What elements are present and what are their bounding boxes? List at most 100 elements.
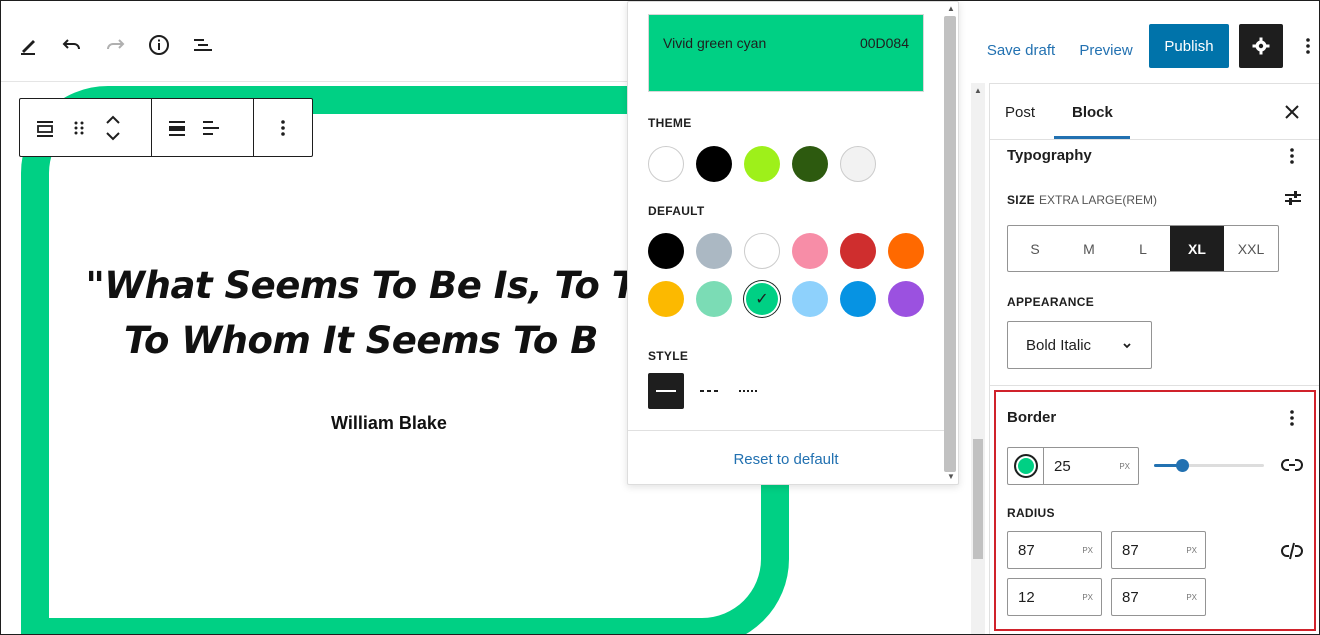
more-options-icon[interactable] xyxy=(266,108,300,148)
move-up-down-icon[interactable] xyxy=(96,108,130,148)
border-options-icon[interactable] xyxy=(1282,404,1302,432)
size-option[interactable]: M xyxy=(1062,226,1116,271)
block-type-icon[interactable] xyxy=(28,108,62,148)
toolbar-divider xyxy=(1,81,629,82)
align-icon[interactable] xyxy=(160,108,194,148)
default-color-swatch[interactable] xyxy=(792,233,828,269)
scroll-down-icon[interactable]: ▼ xyxy=(947,472,955,481)
quote-text-line-1[interactable]: "What Seems To Be Is, To T xyxy=(51,264,671,307)
appearance-label: APPEARANCE xyxy=(1007,295,1095,309)
popover-scrollbar[interactable] xyxy=(944,16,956,472)
theme-color-swatch[interactable] xyxy=(648,146,684,182)
radius-top-left-input[interactable]: 87 PX xyxy=(1007,531,1102,569)
radius-bottom-right-value: 87 xyxy=(1122,588,1139,606)
radius-unit: PX xyxy=(1082,592,1093,602)
default-color-swatch[interactable] xyxy=(792,281,828,317)
size-option[interactable]: L xyxy=(1116,226,1170,271)
radius-bottom-left-value: 12 xyxy=(1018,588,1035,606)
chevron-down-icon xyxy=(1123,343,1131,349)
default-color-swatch[interactable]: ✓ xyxy=(744,281,780,317)
undo-icon[interactable] xyxy=(57,31,85,59)
default-color-swatch[interactable] xyxy=(696,281,732,317)
radius-unit: PX xyxy=(1082,545,1093,555)
settings-gear-icon[interactable] xyxy=(1239,24,1283,68)
info-icon[interactable] xyxy=(145,31,173,59)
default-color-swatch[interactable] xyxy=(648,233,684,269)
slider-thumb[interactable] xyxy=(1175,459,1189,472)
theme-color-swatch[interactable] xyxy=(744,146,780,182)
border-width-control[interactable]: 25 PX xyxy=(1007,447,1139,485)
radius-top-right-input[interactable]: 87 PX xyxy=(1111,531,1206,569)
custom-size-icon[interactable] xyxy=(1283,188,1303,213)
border-width-slider[interactable] xyxy=(1154,459,1264,472)
solid-style-button[interactable] xyxy=(648,373,684,409)
selected-color-name: Vivid green cyan xyxy=(663,35,767,51)
border-width-value: 25 xyxy=(1054,457,1071,475)
default-color-swatch[interactable] xyxy=(840,281,876,317)
radius-label: RADIUS xyxy=(1007,506,1055,520)
editor-window: "What Seems To Be Is, To T To Whom It Se… xyxy=(0,0,1320,635)
list-view-icon[interactable] xyxy=(189,31,217,59)
theme-label: THEME xyxy=(648,116,692,130)
typography-title: Typography xyxy=(1007,147,1092,164)
border-title: Border xyxy=(1007,409,1057,426)
selected-color-hex: 00D084 xyxy=(859,35,909,51)
theme-color-swatch[interactable] xyxy=(696,146,732,182)
border-color-button[interactable] xyxy=(1008,448,1044,484)
appearance-select[interactable]: Bold Italic xyxy=(1007,321,1152,369)
radius-unit: PX xyxy=(1186,592,1197,602)
radius-top-right-value: 87 xyxy=(1122,541,1139,559)
drag-handle-icon[interactable] xyxy=(62,108,96,148)
size-value: EXTRA LARGE(REM) xyxy=(1039,193,1158,207)
theme-color-swatch[interactable] xyxy=(840,146,876,182)
selected-color-preview: Vivid green cyan 00D084 xyxy=(648,14,924,92)
publish-button[interactable]: Publish xyxy=(1149,24,1229,68)
default-color-swatch[interactable] xyxy=(744,233,780,269)
default-color-swatch[interactable] xyxy=(888,233,924,269)
default-color-swatch[interactable] xyxy=(840,233,876,269)
scroll-up-icon[interactable]: ▲ xyxy=(947,4,955,13)
radius-unit: PX xyxy=(1186,545,1197,555)
appearance-value: Bold Italic xyxy=(1026,336,1092,354)
size-option[interactable]: S xyxy=(1008,226,1062,271)
tab-post[interactable]: Post xyxy=(1005,104,1035,121)
default-color-swatch[interactable] xyxy=(888,281,924,317)
popover-divider xyxy=(628,430,944,431)
block-toolbar-group-1 xyxy=(20,99,152,156)
sidebar-top-divider xyxy=(989,83,1319,84)
save-draft-button[interactable]: Save draft xyxy=(979,31,1063,69)
link-sides-icon[interactable] xyxy=(1281,456,1303,479)
tab-block[interactable]: Block xyxy=(1072,104,1113,121)
redo-icon[interactable] xyxy=(102,31,130,59)
theme-color-swatch[interactable] xyxy=(792,146,828,182)
border-color-swatch xyxy=(1013,454,1038,478)
radius-bottom-left-input[interactable]: 12 PX xyxy=(1007,578,1102,616)
size-option[interactable]: XXL xyxy=(1224,226,1278,271)
size-label: SIZE xyxy=(1007,193,1035,207)
radius-bottom-right-input[interactable]: 87 PX xyxy=(1111,578,1206,616)
reset-to-default-button[interactable]: Reset to default xyxy=(628,451,944,468)
dotted-style-button[interactable] xyxy=(730,373,766,409)
page-scrollbar-thumb[interactable] xyxy=(973,439,983,559)
font-size-picker: S M L XL XXL xyxy=(1007,225,1279,272)
pencil-icon[interactable] xyxy=(15,31,43,59)
page-scroll-up-icon[interactable]: ▲ xyxy=(974,86,982,95)
default-color-swatch[interactable] xyxy=(696,233,732,269)
radius-top-left-value: 87 xyxy=(1018,541,1035,559)
dashed-style-button[interactable] xyxy=(692,373,728,409)
tab-divider xyxy=(989,139,1319,140)
style-label: STYLE xyxy=(648,349,689,363)
panel-divider xyxy=(989,385,1319,386)
close-sidebar-icon[interactable] xyxy=(1281,101,1303,128)
default-color-swatch[interactable] xyxy=(648,281,684,317)
options-menu-icon[interactable] xyxy=(1298,32,1318,60)
typography-options-icon[interactable] xyxy=(1282,142,1302,170)
preview-button[interactable]: Preview xyxy=(1073,31,1139,69)
block-toolbar-group-2 xyxy=(152,99,254,156)
unlink-radius-icon[interactable] xyxy=(1281,541,1303,566)
text-align-icon[interactable] xyxy=(194,108,228,148)
size-option[interactable]: XL xyxy=(1170,226,1224,271)
block-toolbar-group-3 xyxy=(254,99,312,156)
quote-text-line-2[interactable]: To Whom It Seems To B xyxy=(51,319,671,362)
quote-citation[interactable]: William Blake xyxy=(331,413,447,434)
